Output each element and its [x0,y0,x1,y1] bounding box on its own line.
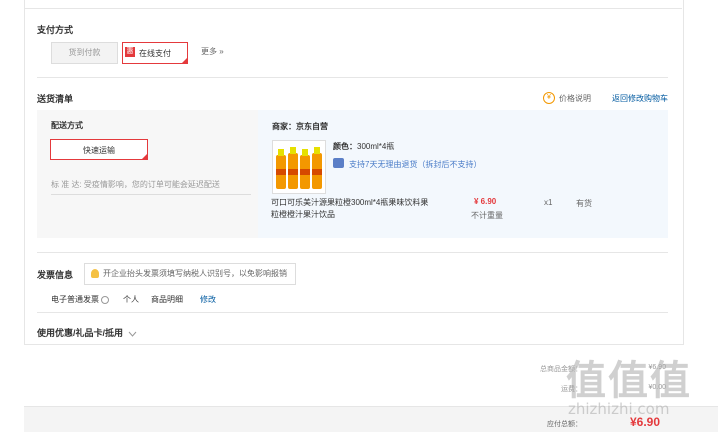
price-note-icon: ¥ [543,92,555,104]
selected-corner-icon [141,153,148,160]
delivery-title: 送货清单 [37,94,74,104]
merchant-name: 京东自营 [296,122,328,131]
discount-badge: 惠 [125,47,135,57]
lightbulb-icon [91,269,99,278]
invoice-type-radio[interactable] [101,295,109,304]
price-note-link[interactable]: 价格说明 [559,93,591,104]
payment-title: 支付方式 [37,25,74,35]
invoice-type: 电子普通发票 [51,294,109,305]
merchant-info: 商家：京东自营 [272,121,328,132]
invoice-person: 个人 [123,295,139,304]
watermark-logo: 值值值 [566,358,692,404]
cod-button[interactable]: 货到付款 [51,42,118,64]
online-pay-button[interactable]: 惠 在线支付 [122,42,188,64]
product-price: ¥ 6.90 [474,197,497,206]
express-shipping-button[interactable]: 快速运输 [50,139,148,160]
invoice-type-label: 电子普通发票 [51,295,99,304]
invoice-tip-text: 开企业抬头发票须填写纳税人识别号，以免影响报销 [103,269,287,278]
coupon-title[interactable]: 使用优惠/礼品卡/抵用 [37,326,137,339]
payable-label: 应付总额： [547,421,582,428]
ship-method-title: 配送方式 [51,121,83,130]
merchant-label: 商家： [272,122,296,131]
invoice-title: 发票信息 [37,270,74,280]
invoice-modify-link[interactable]: 修改 [200,294,216,305]
standard-delivery-prefix: 标 准 达: [51,180,82,189]
online-pay-label: 在线支付 [139,49,171,58]
spec-label: 颜色： [333,142,357,151]
divider [37,312,668,313]
stock-status: 有货 [576,199,592,208]
express-shipping-label: 快速运输 [83,146,115,155]
divider [37,77,668,78]
coupon-title-label: 使用优惠/礼品卡/抵用 [37,328,124,338]
more-payment-link[interactable]: 更多 » [201,46,224,57]
product-name-line1: 可口可乐美汁源果粒橙300ml*4瓶果味饮料果 [271,198,429,207]
spec-value: 300ml*4瓶 [357,142,395,151]
juice-bottles-icon [273,141,325,193]
return-policy-text: 支持7天无理由退货（拆封后不支持） [349,160,482,169]
invoice-tip-box: 开企业抬头发票须填写纳税人识别号，以免影响报销 [84,263,296,285]
product-name-line2: 粒橙橙汁果汁饮品 [271,210,335,219]
divider [37,252,668,253]
watermark-site: zhizhizhi.com [568,400,670,418]
weight-note: 不计重量 [471,211,503,220]
invoice-detail: 商品明细 [151,295,183,304]
selected-corner-icon [181,57,188,64]
chevron-down-icon [128,331,136,337]
standard-delivery-text: 受疫情影响，您的订单可能会延迟配送 [83,180,220,189]
divider [51,194,251,195]
divider [24,8,682,9]
standard-delivery-note: 标 准 达: 受疫情影响，您的订单可能会延迟配送 [51,179,220,190]
return-policy-icon [333,158,344,168]
product-quantity: x1 [544,198,553,207]
product-spec: 颜色：300ml*4瓶 [333,141,394,152]
product-name[interactable]: 可口可乐美汁源果粒橙300ml*4瓶果味饮料果 粒橙橙汁果汁饮品 [271,197,428,221]
product-image[interactable] [272,140,326,194]
back-to-cart-link[interactable]: 返回修改购物车 [612,93,668,104]
